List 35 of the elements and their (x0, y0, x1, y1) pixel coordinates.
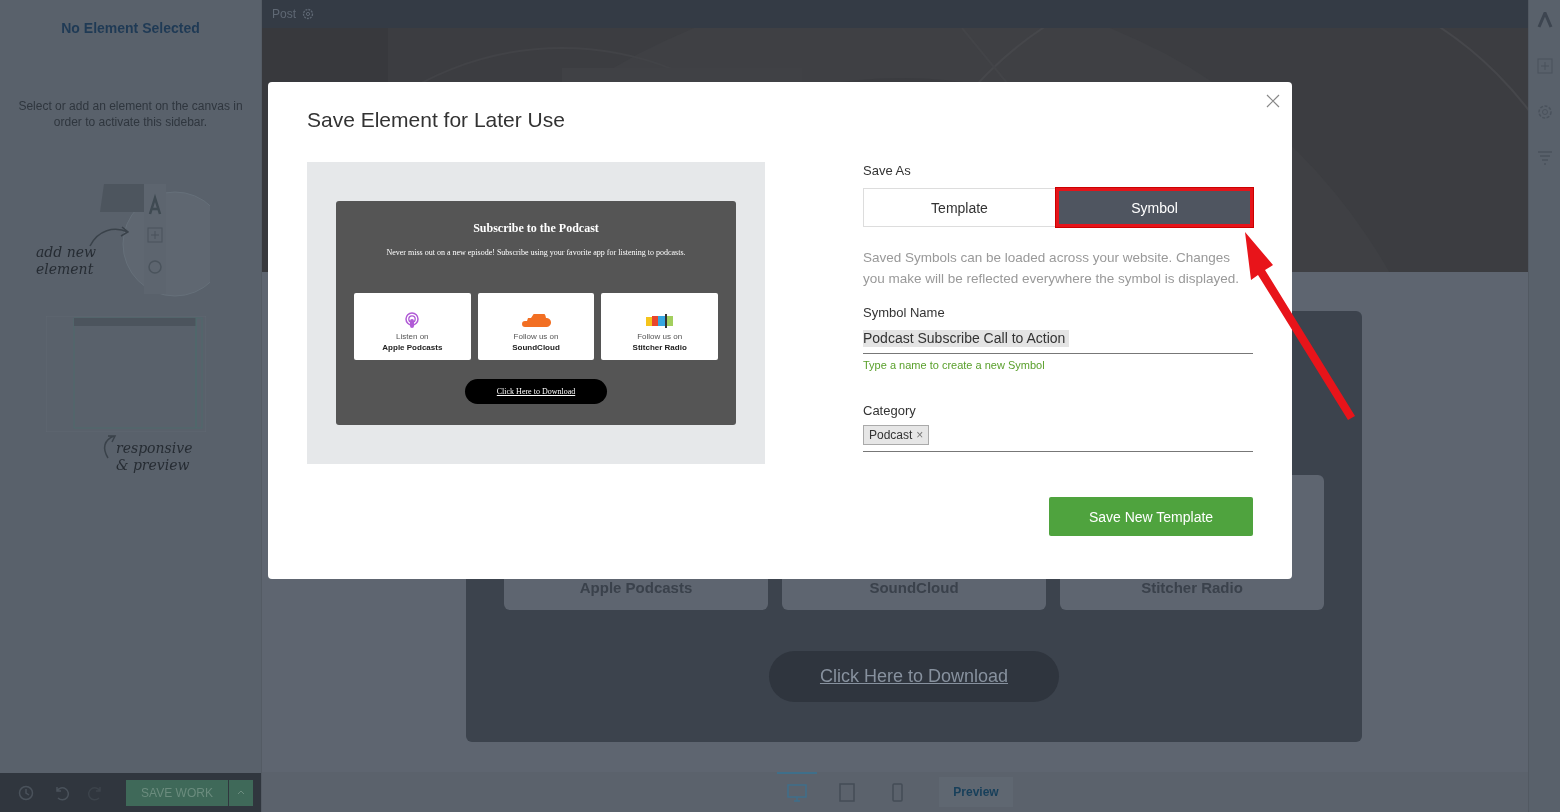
color-bars-icon (645, 314, 674, 328)
field-label: Symbol Name (863, 305, 946, 320)
field-label: Save As (863, 163, 912, 178)
annotation-text: add new element (36, 244, 97, 278)
category-field[interactable]: Podcast × (863, 421, 1253, 452)
segment-tab[interactable]: Symbol (1056, 188, 1253, 227)
logo-icon[interactable] (1536, 12, 1553, 28)
settings-icon[interactable] (302, 8, 314, 20)
download-button[interactable]: Click Here to Download (769, 651, 1059, 702)
description-text: Saved Symbols can be loaded across your website. Changes you make will be reflected everywhere the symbol is displayed. (863, 249, 1240, 288)
caret-button[interactable] (229, 779, 253, 806)
segment-tab[interactable]: Template (863, 188, 1056, 227)
app-caption: Follow us on (513, 332, 559, 341)
modal-title: Save Element for Later Use (307, 108, 566, 132)
app-name: Stitcher Radio (632, 343, 687, 352)
app-name: Apple Podcasts (382, 343, 443, 352)
preview-heading: Subscribe to the Podcast (473, 221, 599, 236)
undo-icon[interactable] (53, 784, 69, 801)
field-label: Category (863, 403, 917, 418)
app-name: SoundCloud (512, 343, 560, 352)
tag-chip[interactable]: Podcast × (863, 425, 930, 445)
history-icon[interactable] (18, 784, 34, 801)
desktop-icon (787, 783, 807, 803)
sidebar-title: No Element Selected (60, 20, 201, 36)
cloud-icon (521, 314, 551, 328)
caret-icon (237, 790, 245, 795)
remove-icon[interactable]: × (916, 428, 924, 442)
podcast-icon (405, 312, 420, 328)
preview-text: Never miss out on a new episode! Subscribe using your favorite app for listening to podcasts. (386, 248, 686, 257)
close-icon[interactable] (1266, 94, 1280, 108)
tag-label: Podcast (869, 428, 913, 442)
app-caption: Listen on (396, 332, 429, 341)
annotation-text: responsive & preview (116, 440, 194, 474)
app-caption: Follow us on (637, 332, 683, 341)
field-hint: Type a name to create a new Symbol (863, 359, 1046, 371)
